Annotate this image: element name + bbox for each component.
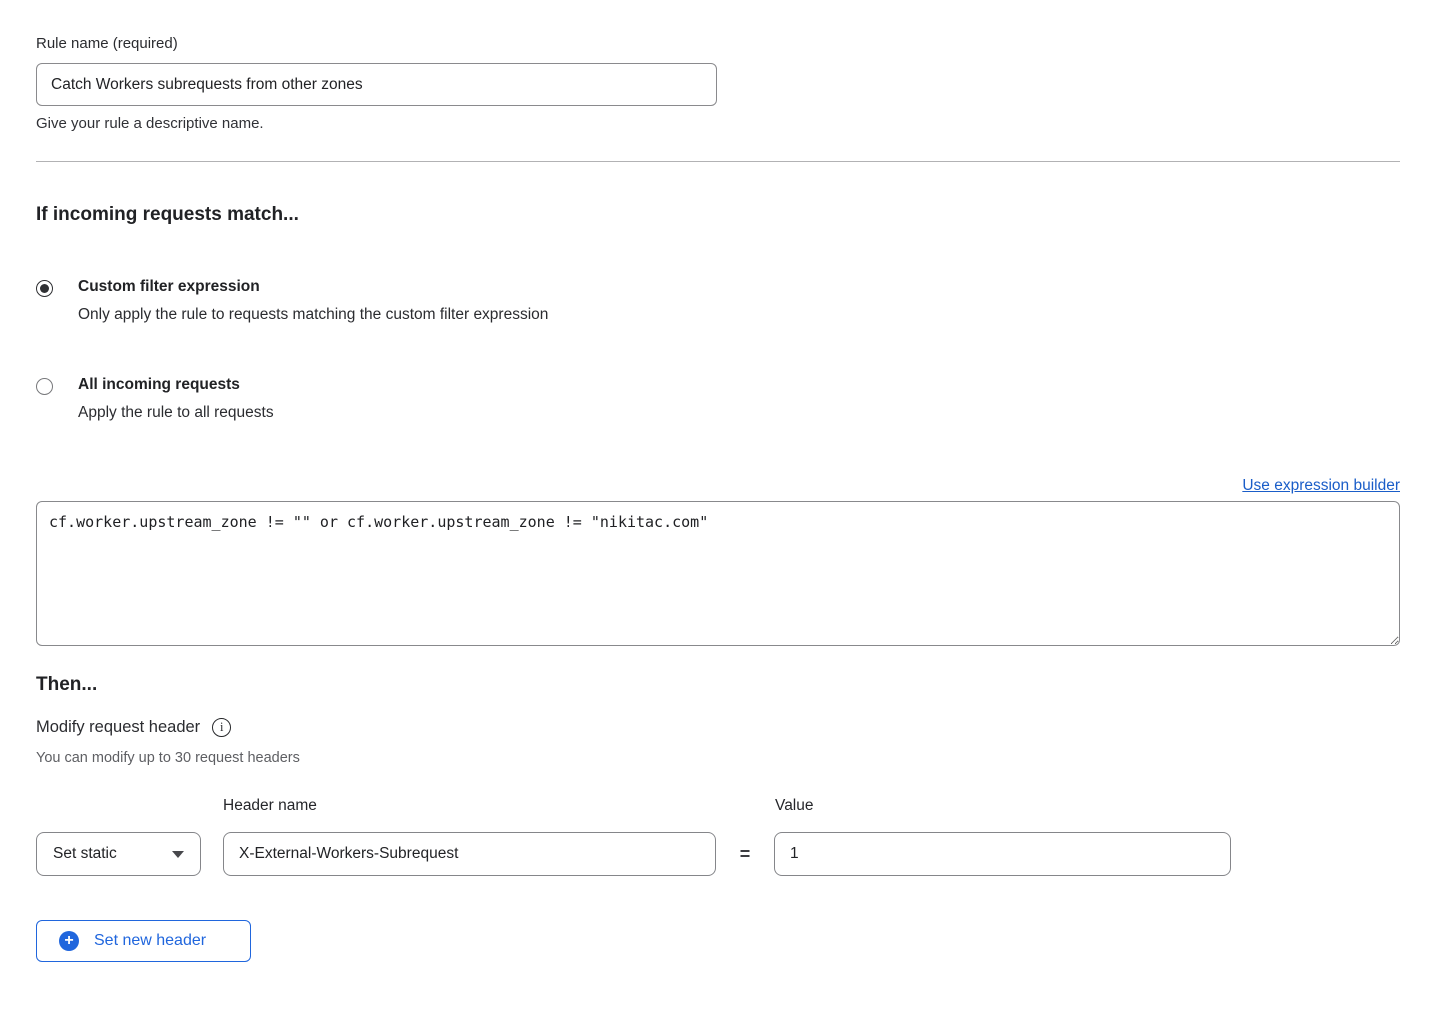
rule-name-input[interactable] [36,63,717,106]
radio-dot [40,284,49,293]
header-rule-row: Set static = [36,832,1400,876]
plus-icon: + [59,931,79,951]
operation-select-value: Set static [53,845,117,863]
value-column-label: Value [775,797,814,814]
radio-option-text: Custom filter expression Only apply the … [78,278,548,324]
modify-request-header-label: Modify request header [36,717,200,737]
rule-editor-form: Rule name (required) Give your rule a de… [36,34,1400,962]
radio-option-label: All incoming requests [78,376,274,394]
header-name-column-label: Header name [223,797,775,815]
section-divider [36,161,1400,162]
radio-option-label: Custom filter expression [78,278,548,296]
use-expression-builder-link[interactable]: Use expression builder [1242,477,1400,494]
radio-unselected-icon[interactable] [36,378,53,395]
column-labels-row: Header nameValue [36,797,1400,815]
rule-name-label: Rule name (required) [36,34,1400,53]
radio-option-custom-filter[interactable]: Custom filter expression Only apply the … [36,278,1400,324]
radio-option-description: Apply the rule to all requests [78,404,274,422]
radio-option-all-requests[interactable]: All incoming requests Apply the rule to … [36,376,1400,422]
equals-sign: = [716,844,774,865]
then-section-heading: Then... [36,674,1400,696]
expression-builder-link-row: Use expression builder [36,476,1400,495]
rule-name-helper: Give your rule a descriptive name. [36,115,1400,133]
radio-selected-icon[interactable] [36,280,53,297]
radio-option-text: All incoming requests Apply the rule to … [78,376,274,422]
filter-expression-textarea[interactable]: cf.worker.upstream_zone != "" or cf.work… [36,501,1400,646]
modify-header-helper: You can modify up to 30 request headers [36,750,1400,767]
chevron-down-icon [172,851,184,858]
operation-select[interactable]: Set static [36,832,201,876]
radio-option-description: Only apply the rule to requests matching… [78,306,548,324]
set-new-header-button[interactable]: + Set new header [36,920,251,962]
modify-request-header-row: Modify request header i [36,717,1400,737]
set-new-header-button-label: Set new header [94,932,206,950]
header-value-input[interactable] [774,832,1231,876]
header-name-input[interactable] [223,832,716,876]
match-section-heading: If incoming requests match... [36,204,1400,226]
info-icon[interactable]: i [212,718,231,737]
